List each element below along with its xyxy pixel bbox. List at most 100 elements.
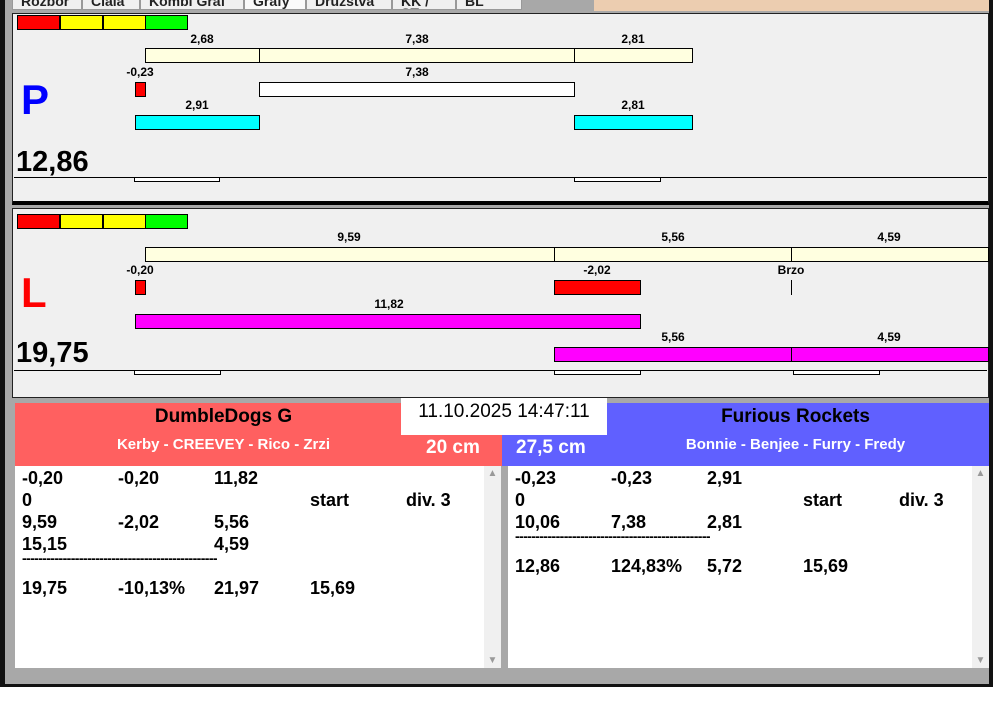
cell: div. 3 [899, 490, 944, 510]
bar-label: 11,82 [374, 297, 404, 311]
marker [554, 370, 641, 375]
tab-strip-gap [522, 0, 594, 11]
indicator-yellow [103, 15, 146, 30]
cell: -0,20 [118, 468, 160, 488]
bar [145, 247, 555, 262]
cell: 15,69 [310, 578, 356, 598]
scroll-up-icon[interactable]: ▲ [972, 468, 989, 479]
cell: 11,82 [214, 468, 259, 488]
bar [791, 347, 989, 362]
marker [793, 370, 880, 375]
marker [134, 370, 221, 375]
team-name: Furious Rockets [721, 406, 870, 427]
cell: 124,83% [611, 556, 683, 576]
score: 12,86 [16, 146, 89, 178]
cell: div. 3 [406, 490, 451, 510]
bar [554, 347, 792, 362]
side-letter: L [21, 269, 47, 316]
bar [791, 247, 989, 262]
bar-label: 9,59 [337, 230, 361, 244]
tab-rozbor[interactable]: Rozbor [12, 0, 82, 10]
bar [554, 247, 792, 262]
panel-l: 9,59 5,56 4,59 -0,20 -2,02 Brzo 11,82 5,… [12, 208, 989, 398]
tab-druzstva[interactable]: Družstva [306, 0, 392, 10]
scrollbar[interactable]: ▲ ▼ [972, 466, 989, 668]
bar-label: 4,59 [877, 230, 901, 244]
bar-label: Brzo [777, 263, 805, 277]
side-letter: P [21, 76, 50, 123]
cell: 5,72 [707, 556, 743, 576]
indicator-yellow [103, 214, 146, 229]
scroll-down-icon[interactable]: ▼ [484, 655, 501, 666]
panel-p: 2,68 7,38 2,81 -0,23 7,38 2,91 2,81 P 12… [12, 13, 989, 205]
tick [791, 280, 792, 295]
bar [135, 115, 260, 130]
bar-label: 2,91 [185, 98, 209, 112]
cell: 0 [515, 490, 526, 510]
bar [259, 48, 575, 63]
bar-label: 5,56 [661, 330, 685, 344]
scroll-up-icon[interactable]: ▲ [484, 468, 501, 479]
tab-ciala[interactable]: Ciala [82, 0, 140, 10]
bar-label: -0,20 [126, 263, 154, 277]
tab-kk-st[interactable]: KK / ST [392, 0, 456, 10]
scroll-down-icon[interactable]: ▼ [972, 655, 989, 666]
right-results-box[interactable]: ▲ ▼ -0,23 -0,23 2,91 0 start div. 3 10,06 7,38 2,… [508, 466, 989, 668]
cell: 19,75 [22, 578, 68, 598]
indicator-green [145, 15, 188, 30]
team-name: DumbleDogs G [154, 406, 293, 427]
cell: start [803, 490, 843, 510]
cell: 5,56 [214, 512, 250, 532]
cell: 21,97 [214, 578, 260, 598]
bar [145, 48, 260, 63]
cell: start [310, 490, 350, 510]
cell: -0,20 [22, 468, 64, 488]
left-results-box[interactable]: ▲ ▼ -0,20 -0,20 11,82 0 start div. 3 9,59 -2,02 5… [15, 466, 501, 668]
bar-label: 7,38 [405, 32, 429, 46]
cell: 4,59 [214, 534, 250, 554]
tab-strip-background [594, 0, 989, 11]
bar-label: 2,81 [621, 32, 645, 46]
bar-label: 4,59 [877, 330, 901, 344]
cell: -2,02 [118, 512, 160, 532]
bar [574, 48, 693, 63]
bar [135, 82, 146, 97]
team-players: Kerby - CREEVEY - Rico - Zrzi [116, 436, 331, 453]
bar [554, 280, 641, 295]
bar [574, 115, 693, 130]
bar-label: 5,56 [661, 230, 685, 244]
tab-kombi-graf[interactable]: Kombi Graf [140, 0, 244, 10]
bar-label: 7,38 [405, 65, 429, 79]
cell: 12,86 [515, 556, 561, 576]
bar-label: -0,23 [126, 65, 154, 79]
separator: ----------------------------------------… [22, 550, 218, 566]
cell: 2,91 [707, 468, 743, 488]
team-distance: 20 cm [426, 437, 480, 458]
bar-label: 2,81 [621, 98, 645, 112]
score: 19,75 [16, 337, 89, 369]
bar [135, 314, 641, 329]
indicator-red [17, 15, 60, 30]
indicator-yellow [60, 15, 103, 30]
indicator-green [145, 214, 188, 229]
indicator-yellow [60, 214, 103, 229]
bar-label: -2,02 [583, 263, 611, 277]
cell: -0,23 [611, 468, 653, 488]
marker [574, 177, 661, 182]
separator: ----------------------------------------… [515, 528, 711, 544]
team-players: Bonnie - Benjee - Furry - Fredy [685, 436, 906, 453]
cell: 9,59 [22, 512, 58, 532]
marker [134, 177, 220, 182]
tab-grafy[interactable]: Grafy [244, 0, 306, 10]
datetime: 11.10.2025 14:47:11 [401, 398, 607, 435]
cell: 15,69 [803, 556, 849, 576]
cell: 2,81 [707, 512, 743, 532]
bar [259, 82, 575, 97]
cell: 0 [22, 490, 33, 510]
scrollbar[interactable]: ▲ ▼ [484, 466, 501, 668]
team-distance: 27,5 cm [516, 437, 586, 458]
bar-label: 2,68 [190, 32, 214, 46]
tab-bl[interactable]: BL [456, 0, 522, 10]
bar [135, 280, 146, 295]
cell: -0,23 [515, 468, 557, 488]
